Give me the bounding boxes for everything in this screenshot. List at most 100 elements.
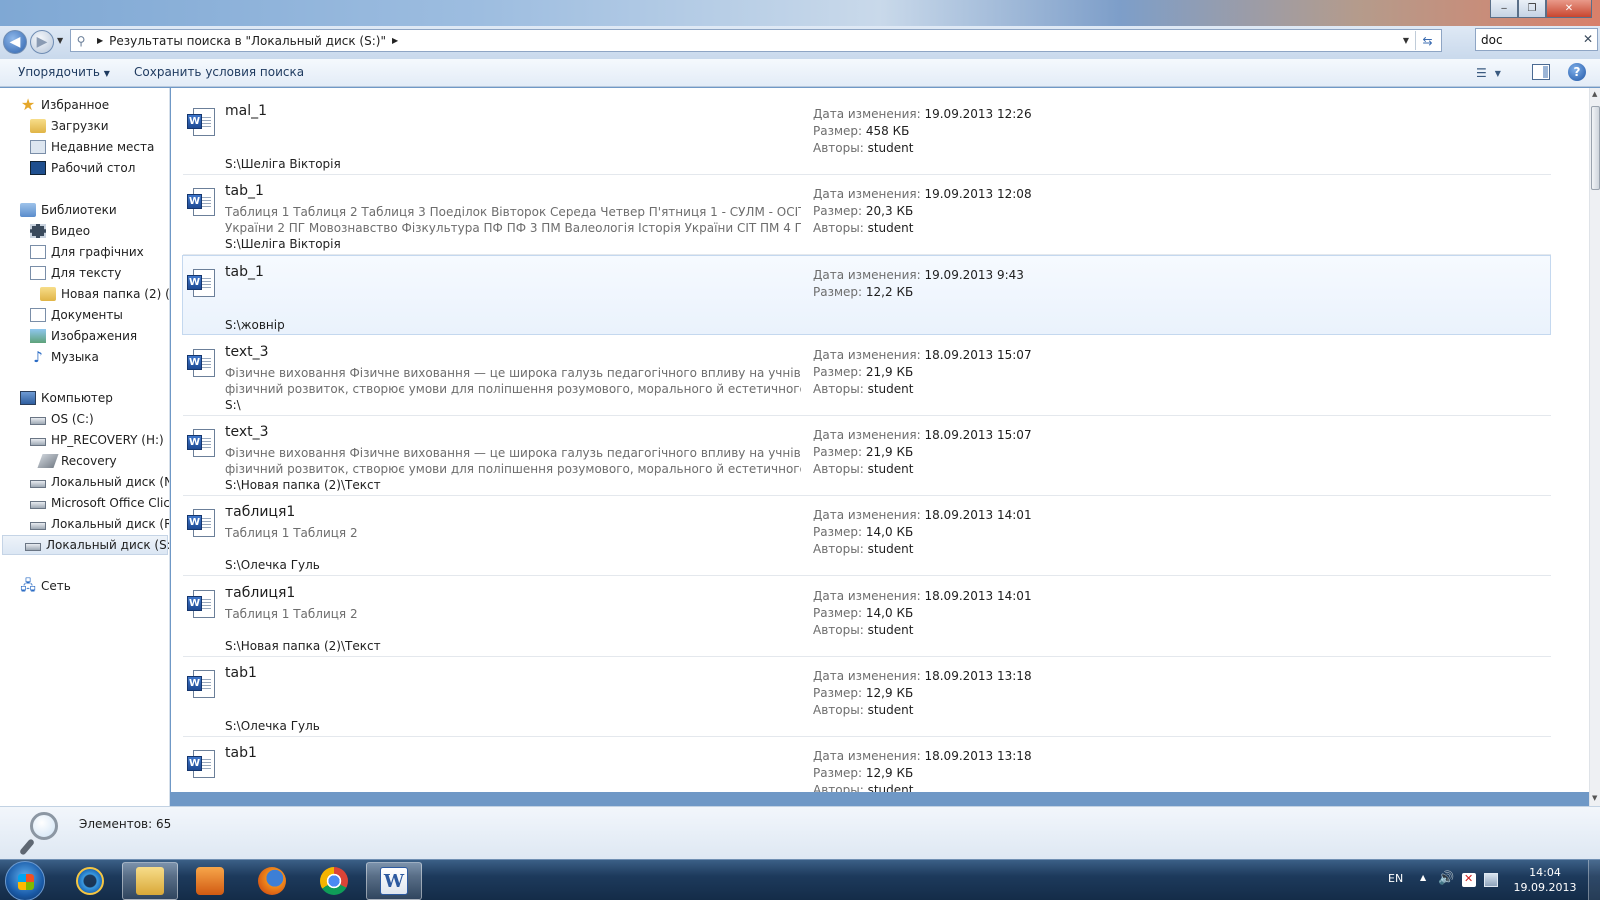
nav-new-folder[interactable]: Новая папка (2) (S:) [40,284,169,304]
nav-text[interactable]: Для тексту [30,263,121,283]
clock[interactable]: 14:04 19.09.2013 [1510,865,1580,895]
file-name[interactable]: таблиця1 [225,585,295,601]
result-row-highlighted[interactable]: W tab_1 S:\жовнір Дата изменения: 19.09.… [182,255,1551,335]
nav-music[interactable]: ♪ Музыка [30,347,99,367]
organize-button[interactable]: Упорядочить ▼ [18,65,110,79]
start-button[interactable] [5,861,45,900]
nav-label: Изображения [51,329,138,343]
preview-pane-button[interactable] [1532,64,1550,80]
volume-icon[interactable]: 🔊 [1438,871,1454,886]
media-player-icon[interactable] [182,862,238,900]
nav-video[interactable]: Видео [30,221,90,241]
file-name[interactable]: tab_1 [225,264,264,280]
back-button[interactable]: ◀ [3,30,27,54]
result-row[interactable]: W tab1 S:\Олечка Гуль Дата изменения: 18… [183,657,1551,737]
word-document-icon: W [187,347,217,377]
action-center-flag-icon[interactable] [1462,872,1476,887]
result-row[interactable]: W tab1 Дата изменения: 18.09.2013 13:18 … [183,737,1551,792]
nav-label: Microsoft Office Click- [51,496,170,510]
drive-icon [30,521,46,530]
address-text[interactable]: Результаты поиска в "Локальный диск (S:)… [109,34,386,48]
breadcrumb-arrow-icon[interactable]: ▶ [392,36,398,45]
file-name[interactable]: таблиця1 [225,504,295,520]
show-hidden-icons-icon[interactable]: ▲ [1420,873,1426,882]
nav-drive-c[interactable]: OS (C:) [30,409,94,429]
file-metadata: Дата изменения: 18.09.2013 15:07 Размер:… [813,428,1032,476]
breadcrumb-arrow-icon[interactable]: ▶ [97,36,103,45]
language-indicator[interactable]: EN [1388,872,1403,885]
windows-explorer-task-icon[interactable] [122,862,178,900]
magnifier-icon [18,812,62,856]
chrome-icon[interactable] [306,862,362,900]
nav-network[interactable]: 🖧 Сеть [20,576,71,596]
show-desktop-button[interactable] [1588,860,1600,900]
result-row[interactable]: W text_3 Фізичне виховання Фізичне вихов… [183,416,1551,496]
nav-favorites[interactable]: ★ Избранное [20,95,109,115]
file-name[interactable]: text_3 [225,344,269,360]
result-row[interactable]: W tab_1 Таблиця 1 Таблиця 2 Таблиця 3 По… [183,175,1551,255]
firefox-icon[interactable] [244,862,300,900]
nav-desktop[interactable]: Рабочий стол [30,158,135,178]
file-size: 12,9 КБ [865,766,914,780]
file-name[interactable]: tab_1 [225,183,264,199]
file-author: student [867,542,914,556]
result-row[interactable]: W таблиця1 Таблиця 1 Таблиця 2 S:\Новая … [183,577,1551,657]
scroll-down-arrow-icon[interactable]: ▼ [1592,794,1597,802]
search-input[interactable] [1481,32,1576,47]
result-row[interactable]: W таблиця1 Таблиця 1 Таблиця 2 S:\Олечка… [183,496,1551,576]
file-name[interactable]: mal_1 [225,103,267,119]
address-box[interactable]: ⚲ ▶ Результаты поиска в "Локальный диск … [70,29,1442,52]
minimize-button[interactable]: ‒ [1490,0,1518,18]
desktop-icon [30,161,46,175]
nav-drive-r[interactable]: Локальный диск (R:) [30,514,170,534]
nav-drive-h[interactable]: HP_RECOVERY (H:) [30,430,164,450]
help-icon[interactable]: ? [1568,63,1586,81]
change-view-button[interactable]: ☰ ▼ [1476,63,1516,83]
close-button[interactable]: ✕ [1546,0,1592,18]
library-icon [30,245,46,259]
file-name[interactable]: tab1 [225,745,257,761]
drive-icon [25,542,41,551]
nav-drive-n[interactable]: Локальный диск (N:) [30,472,169,492]
file-name[interactable]: tab1 [225,665,257,681]
nav-libraries[interactable]: Библиотеки [20,200,117,220]
nav-recent-places[interactable]: Недавние места [30,137,154,157]
nav-label: Локальный диск (R:) [51,517,170,531]
item-count: Элементов: 65 [79,817,172,831]
nav-computer[interactable]: Компьютер [20,388,113,408]
word-document-icon: W [187,427,217,457]
search-box[interactable]: ✕ [1475,28,1598,51]
music-note-icon: ♪ [33,348,43,366]
internet-explorer-icon[interactable] [62,862,118,900]
word-task-icon[interactable]: W [366,862,422,900]
nav-drive-s[interactable]: Локальный диск (S:) [2,535,169,555]
history-dropdown-icon[interactable]: ▼ [57,36,63,45]
file-name[interactable]: text_3 [225,424,269,440]
address-dropdown-icon[interactable]: ▼ [1403,36,1409,45]
save-search-button[interactable]: Сохранить условия поиска [134,65,304,79]
network-status-icon[interactable] [1484,873,1498,887]
nav-office-drive[interactable]: Microsoft Office Click- [30,493,170,513]
result-row[interactable]: W text_3 Фізичне виховання Фізичне вихов… [183,336,1551,416]
nav-graphics[interactable]: Для графічних [30,242,144,262]
scroll-thumb[interactable] [1591,106,1600,190]
result-row[interactable]: W mal_1 S:\Шеліга Вікторія Дата изменени… [183,95,1551,175]
nav-documents[interactable]: Документы [30,305,123,325]
file-metadata: Дата изменения: 19.09.2013 12:08 Размер:… [813,187,1032,235]
refresh-button[interactable]: ⇆ [1415,31,1439,50]
folder-icon [40,287,56,301]
vertical-scrollbar[interactable]: ▲ ▼ [1589,88,1600,806]
clear-search-icon[interactable]: ✕ [1583,32,1593,46]
scroll-up-arrow-icon[interactable]: ▲ [1592,90,1597,98]
file-author: student [867,382,914,396]
nav-recovery[interactable]: Recovery [37,451,117,471]
nav-label: Документы [51,308,123,322]
nav-downloads[interactable]: Загрузки [30,116,109,136]
nav-images[interactable]: Изображения [30,326,137,346]
content-snippet: Таблиця 1 Таблиця 2 Таблиця 3 Поеділок В… [225,205,801,235]
file-metadata: Дата изменения: 18.09.2013 13:18 Размер:… [813,748,1032,792]
file-metadata: Дата изменения: 19.09.2013 12:26 Размер:… [813,107,1032,155]
file-size: 458 КБ [865,124,910,138]
forward-button[interactable]: ▶ [30,30,54,54]
maximize-button[interactable]: ❐ [1518,0,1546,18]
